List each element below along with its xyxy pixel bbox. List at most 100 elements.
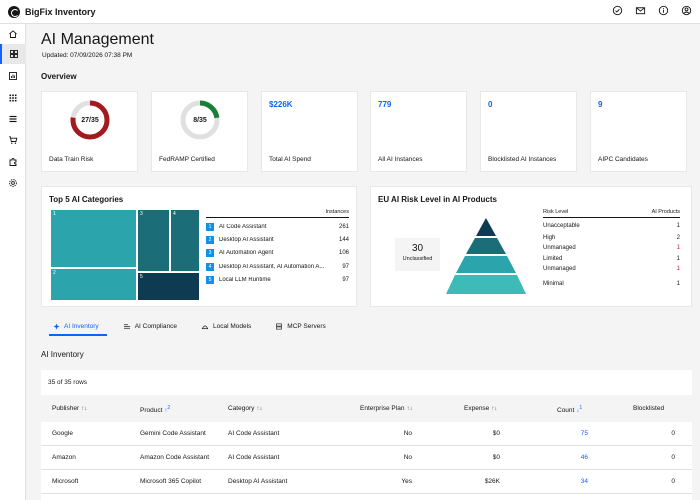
cell-blocklisted: 0 bbox=[671, 478, 675, 485]
category-row[interactable]: 1 AI Code Assistant 261 bbox=[206, 220, 349, 233]
pyramid-tier-minimal[interactable] bbox=[446, 275, 526, 294]
pyramid-tier-limited[interactable] bbox=[456, 256, 516, 273]
risk-level-label: High bbox=[543, 235, 556, 241]
risk-level-title: EU AI Risk Level in AI Products bbox=[378, 195, 497, 204]
category-instances: 97 bbox=[342, 277, 349, 284]
nav-cart-icon[interactable] bbox=[0, 130, 26, 150]
cell-expense: $0 bbox=[492, 454, 500, 461]
category-number-badge: 1 bbox=[206, 222, 214, 231]
category-number-badge: 3 bbox=[206, 249, 214, 258]
cell-count[interactable]: 46 bbox=[581, 454, 588, 461]
kpi-card-all-ai-instances[interactable]: 779 All AI Instances bbox=[370, 91, 467, 172]
top-bar-actions bbox=[612, 5, 692, 16]
column-header-blocklisted[interactable]: Blocklisted bbox=[633, 405, 664, 412]
risk-level-count[interactable]: 1 bbox=[677, 245, 680, 251]
category-number-badge: 2 bbox=[206, 235, 214, 244]
risk-level-header: Risk Level bbox=[543, 209, 569, 215]
kpi-value: 9 bbox=[598, 100, 603, 109]
nav-list-icon[interactable] bbox=[0, 109, 26, 129]
mail-icon[interactable] bbox=[635, 5, 646, 16]
cell-blocklisted: 0 bbox=[671, 454, 675, 461]
risk-level-count[interactable]: 1 bbox=[677, 266, 680, 272]
tab-local-models[interactable]: Local Models bbox=[189, 316, 263, 336]
category-label: Desktop AI Assistant, AI Automation A... bbox=[219, 263, 325, 270]
top-categories-title: Top 5 AI Categories bbox=[49, 195, 124, 204]
info-icon[interactable] bbox=[658, 5, 669, 16]
category-row[interactable]: 4 Desktop AI Assistant, AI Automation A..… bbox=[206, 260, 349, 273]
treemap-tile-3[interactable]: 3 bbox=[137, 209, 170, 272]
category-row[interactable]: 5 Local LLM Runtime 97 bbox=[206, 274, 349, 287]
inventory-section-title: AI Inventory bbox=[41, 350, 84, 359]
table-row[interactable] bbox=[41, 470, 692, 494]
cell-product: Amazon Code Assistant bbox=[140, 454, 210, 461]
kpi-card-aipc-candidates[interactable]: 9 AIPC Candidates bbox=[590, 91, 687, 172]
cell-category: AI Code Assistant bbox=[228, 430, 280, 437]
user-avatar-icon[interactable] bbox=[681, 5, 692, 16]
cell-publisher: Amazon bbox=[52, 454, 76, 461]
risk-level-label: Unmanaged bbox=[543, 266, 576, 272]
cell-category: AI Code Assistant bbox=[228, 454, 280, 461]
nav-apps-grid-icon[interactable] bbox=[0, 88, 26, 108]
pyramid-tier-high[interactable] bbox=[466, 238, 506, 254]
unclassified-count: 30 bbox=[411, 243, 424, 254]
table-row[interactable] bbox=[41, 446, 692, 470]
cell-expense: $26K bbox=[484, 478, 500, 485]
unclassified-label: Unclassified bbox=[402, 256, 433, 262]
top-bar: BigFix Inventory bbox=[0, 0, 700, 24]
risk-level-count: 1 bbox=[676, 281, 680, 287]
column-header-enterprise-plan[interactable]: Enterprise Plan ↑↓ bbox=[360, 405, 412, 412]
category-label: Local LLM Runtime bbox=[219, 277, 271, 284]
risk-level-count: 2 bbox=[676, 235, 680, 241]
kpi-card-blocklisted-ai-instances[interactable]: 0 Blocklisted AI Instances bbox=[480, 91, 577, 172]
sparkle-icon bbox=[53, 322, 60, 330]
row-count: 35 of 35 rows bbox=[48, 379, 88, 386]
data-train-risk-ratio: 27/35 bbox=[81, 116, 99, 124]
column-header-product[interactable]: Product ↑2 bbox=[140, 405, 170, 414]
category-label: Desktop AI Assistant bbox=[219, 236, 274, 243]
column-header-category[interactable]: Category ↑↓ bbox=[228, 405, 262, 412]
risk-level-row: High 2 bbox=[543, 235, 680, 241]
kpi-label: All AI Instances bbox=[378, 156, 423, 163]
cell-enterprise-plan: Yes bbox=[401, 478, 412, 485]
cell-category: Desktop AI Assistant bbox=[228, 478, 288, 485]
side-nav bbox=[0, 24, 26, 500]
risk-level-row: Unmanaged 1 bbox=[543, 245, 680, 251]
kpi-label: Data Train Risk bbox=[49, 156, 94, 163]
column-header-count[interactable]: Count ↓1 bbox=[557, 405, 582, 414]
cell-publisher: Microsoft bbox=[52, 478, 79, 485]
inventory-tabs: AI Inventory AI Compliance Local Models … bbox=[41, 316, 700, 336]
category-instances: 144 bbox=[338, 236, 349, 243]
column-header-expense[interactable]: Expense ↑↓ bbox=[464, 405, 497, 412]
cell-enterprise-plan: No bbox=[403, 430, 412, 437]
nav-dashboard-icon[interactable] bbox=[0, 44, 26, 64]
risk-level-label: Unmanaged bbox=[543, 245, 576, 251]
cell-expense: $0 bbox=[492, 430, 500, 437]
kpi-card-fedramp-certified[interactable]: 8/35 FedRAMP Certified bbox=[151, 91, 248, 172]
nav-puzzle-icon[interactable] bbox=[0, 152, 26, 172]
fedramp-certified-ratio: 8/35 bbox=[193, 116, 207, 124]
kpi-card-data-train-risk[interactable]: 27/35 Data Train Risk bbox=[41, 91, 138, 172]
column-header-publisher[interactable]: Publisher ↑↓ bbox=[52, 405, 87, 412]
kpi-card-total-ai-spend[interactable]: $226K Total AI Spend bbox=[261, 91, 358, 172]
cell-count[interactable]: 34 bbox=[581, 478, 588, 485]
check-circle-icon[interactable] bbox=[612, 5, 623, 16]
tab-mcp-servers[interactable]: MCP Servers bbox=[263, 316, 338, 336]
category-row[interactable]: 2 Desktop AI Assistant 144 bbox=[206, 233, 349, 246]
table-row[interactable] bbox=[41, 422, 692, 446]
risk-level-count: 1 bbox=[676, 256, 680, 262]
tab-ai-inventory[interactable]: AI Inventory bbox=[41, 316, 111, 336]
kpi-value: 779 bbox=[378, 100, 392, 109]
model-icon bbox=[201, 325, 209, 329]
treemap-tile-2[interactable]: 2 bbox=[50, 268, 137, 301]
treemap-tile-4[interactable]: 4 bbox=[170, 209, 200, 272]
pyramid-tier-unacceptable[interactable] bbox=[476, 218, 496, 236]
tab-ai-compliance[interactable]: AI Compliance bbox=[111, 316, 189, 336]
nav-home-icon[interactable] bbox=[0, 24, 26, 44]
nav-settings-icon[interactable] bbox=[0, 173, 26, 193]
treemap-tile-5[interactable]: 5 bbox=[137, 272, 200, 301]
treemap-tile-1[interactable]: 1 bbox=[50, 209, 137, 268]
instances-column-header: Instances bbox=[206, 209, 349, 218]
nav-reports-icon[interactable] bbox=[0, 66, 26, 86]
cell-count[interactable]: 75 bbox=[581, 430, 588, 437]
category-row[interactable]: 3 AI Automation Agent 106 bbox=[206, 247, 349, 260]
